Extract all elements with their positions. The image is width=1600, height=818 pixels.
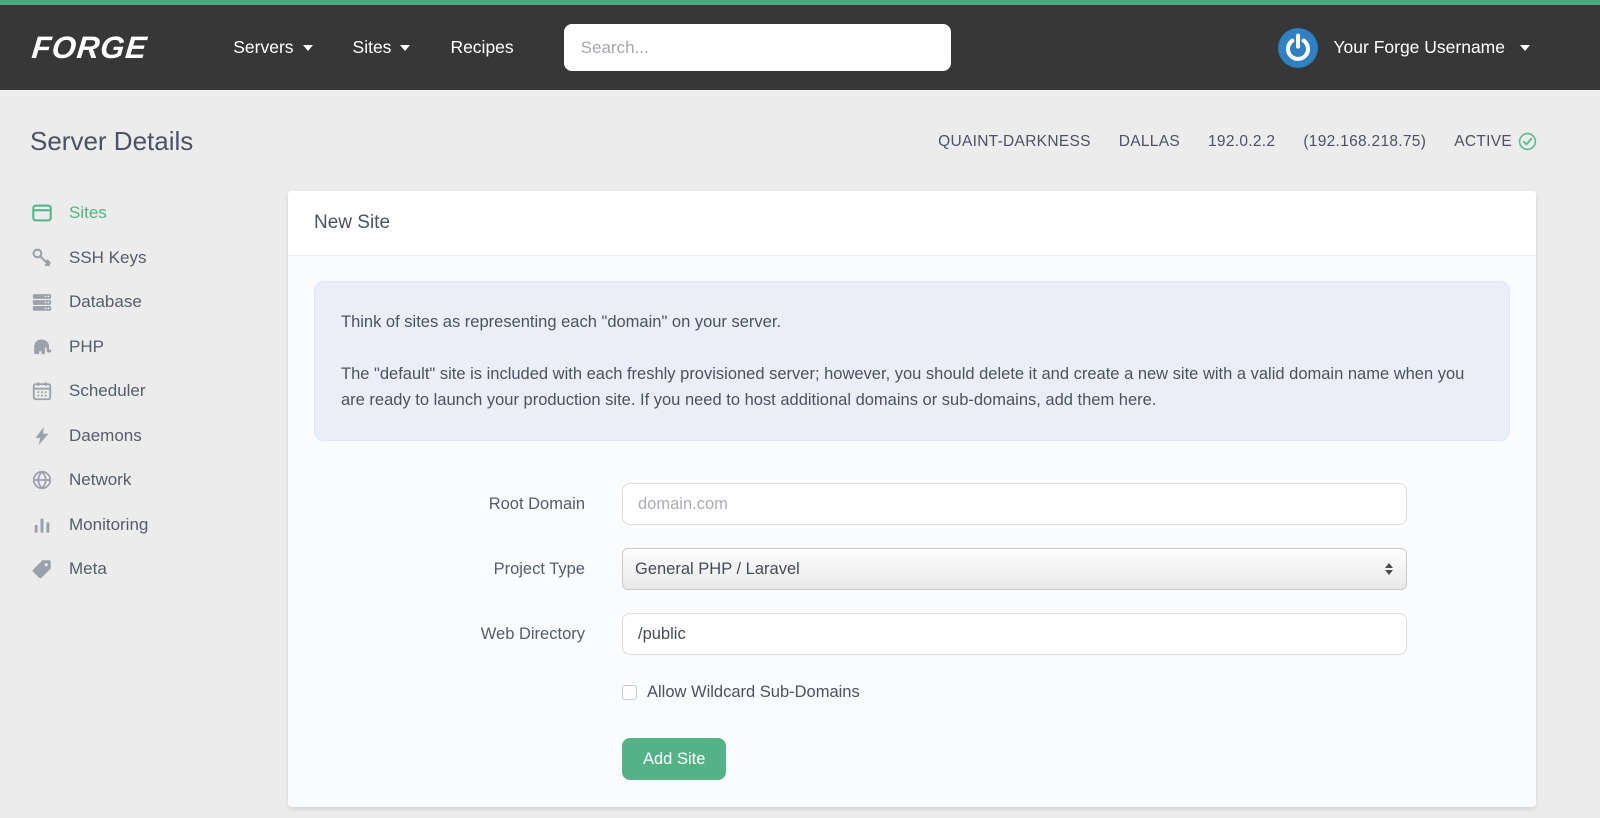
database-icon: [30, 291, 54, 313]
server-region: DALLAS: [1118, 132, 1180, 150]
web-directory-label: Web Directory: [480, 624, 585, 643]
sidebar-item-monitoring[interactable]: Monitoring: [30, 503, 288, 548]
sidebar-item-label: Sites: [69, 203, 107, 223]
page-title: Server Details: [30, 126, 194, 156]
info-box: Think of sites as representing each "dom…: [314, 281, 1510, 441]
content: Sites SSH Keys Database PHP Scheduler Daemons…: [0, 191, 1600, 818]
sidebar-item-sites[interactable]: Sites: [30, 191, 288, 236]
nav-item-recipes[interactable]: Recipes: [450, 37, 513, 58]
new-site-card: New Site Think of sites as representing …: [288, 191, 1536, 807]
window-icon: [30, 202, 54, 224]
user-name: Your Forge Username: [1333, 37, 1505, 57]
nav-item-label: Servers: [233, 37, 294, 57]
forge-logo[interactable]: FORGE: [30, 30, 149, 66]
bar-chart-icon: [30, 514, 54, 536]
sidebar-item-label: Scheduler: [69, 381, 146, 401]
add-site-button[interactable]: Add Site: [622, 738, 727, 780]
nav-item-servers[interactable]: Servers: [233, 37, 313, 58]
sidebar-item-label: SSH Keys: [69, 247, 147, 267]
elephant-icon: [30, 336, 54, 358]
key-icon: [30, 247, 54, 269]
chevron-down-icon: [1520, 44, 1530, 51]
server-private-ip: (192.168.218.75): [1303, 132, 1427, 150]
power-avatar-icon: [1278, 27, 1319, 68]
sidebar: Sites SSH Keys Database PHP Scheduler Daemons…: [30, 191, 288, 592]
wildcard-label[interactable]: Allow Wildcard Sub-Domains: [647, 683, 860, 702]
project-type-label: Project Type: [493, 559, 585, 578]
sidebar-item-label: Database: [69, 292, 142, 312]
nav-menu: Servers Sites Recipes: [233, 37, 513, 58]
chevron-down-icon: [400, 44, 411, 51]
nav-item-sites[interactable]: Sites: [353, 37, 411, 58]
root-domain-row: Root Domain: [314, 483, 1510, 525]
user-menu[interactable]: Your Forge Username: [1278, 27, 1530, 68]
wildcard-checkbox[interactable]: [622, 685, 637, 700]
status-label: ACTIVE: [1454, 132, 1512, 150]
web-directory-input[interactable]: [622, 613, 1407, 655]
sidebar-item-php[interactable]: PHP: [30, 325, 288, 370]
page-header: Server Details QUAINT-DARKNESS DALLAS 19…: [0, 90, 1600, 191]
search-input[interactable]: [563, 24, 951, 71]
new-site-form: Root Domain Project Type General PHP / L…: [314, 483, 1510, 780]
server-name: QUAINT-DARKNESS: [938, 132, 1091, 150]
project-type-row: Project Type General PHP / Laravel: [314, 548, 1510, 590]
project-type-select[interactable]: General PHP / Laravel: [622, 548, 1407, 590]
sidebar-item-label: Network: [69, 470, 132, 490]
globe-icon: [30, 469, 54, 491]
calendar-icon: [30, 380, 54, 402]
root-domain-label: Root Domain: [488, 494, 585, 513]
tag-icon: [30, 558, 54, 580]
info-paragraph-2: The "default" site is included with each…: [341, 365, 1465, 409]
check-circle-icon: [1518, 132, 1537, 151]
sidebar-item-ssh-keys[interactable]: SSH Keys: [30, 236, 288, 281]
nav-item-label: Recipes: [450, 37, 514, 57]
wildcard-row: Allow Wildcard Sub-Domains: [622, 683, 1510, 702]
root-domain-input[interactable]: [622, 483, 1407, 525]
card-body: Think of sites as representing each "dom…: [288, 256, 1536, 807]
sidebar-item-label: PHP: [69, 336, 104, 356]
info-paragraph-1: Think of sites as representing each "dom…: [341, 313, 782, 331]
card-title: New Site: [288, 191, 1536, 256]
chevron-down-icon: [302, 44, 313, 51]
sidebar-item-scheduler[interactable]: Scheduler: [30, 369, 288, 414]
server-info: QUAINT-DARKNESS DALLAS 192.0.2.2 (192.16…: [938, 132, 1537, 151]
sidebar-item-meta[interactable]: Meta: [30, 547, 288, 592]
sidebar-item-label: Meta: [69, 559, 107, 579]
sidebar-item-label: Monitoring: [69, 514, 149, 534]
navbar: FORGE Servers Sites Recipes Your Forge Use…: [0, 0, 1600, 90]
nav-item-label: Sites: [352, 37, 392, 57]
server-ip: 192.0.2.2: [1207, 132, 1276, 150]
web-directory-row: Web Directory: [314, 613, 1510, 655]
sidebar-item-database[interactable]: Database: [30, 280, 288, 325]
sidebar-item-label: Daemons: [69, 425, 142, 445]
server-status: ACTIVE: [1454, 132, 1537, 151]
sidebar-item-daemons[interactable]: Daemons: [30, 414, 288, 459]
sidebar-item-network[interactable]: Network: [30, 458, 288, 503]
bolt-icon: [30, 425, 54, 447]
